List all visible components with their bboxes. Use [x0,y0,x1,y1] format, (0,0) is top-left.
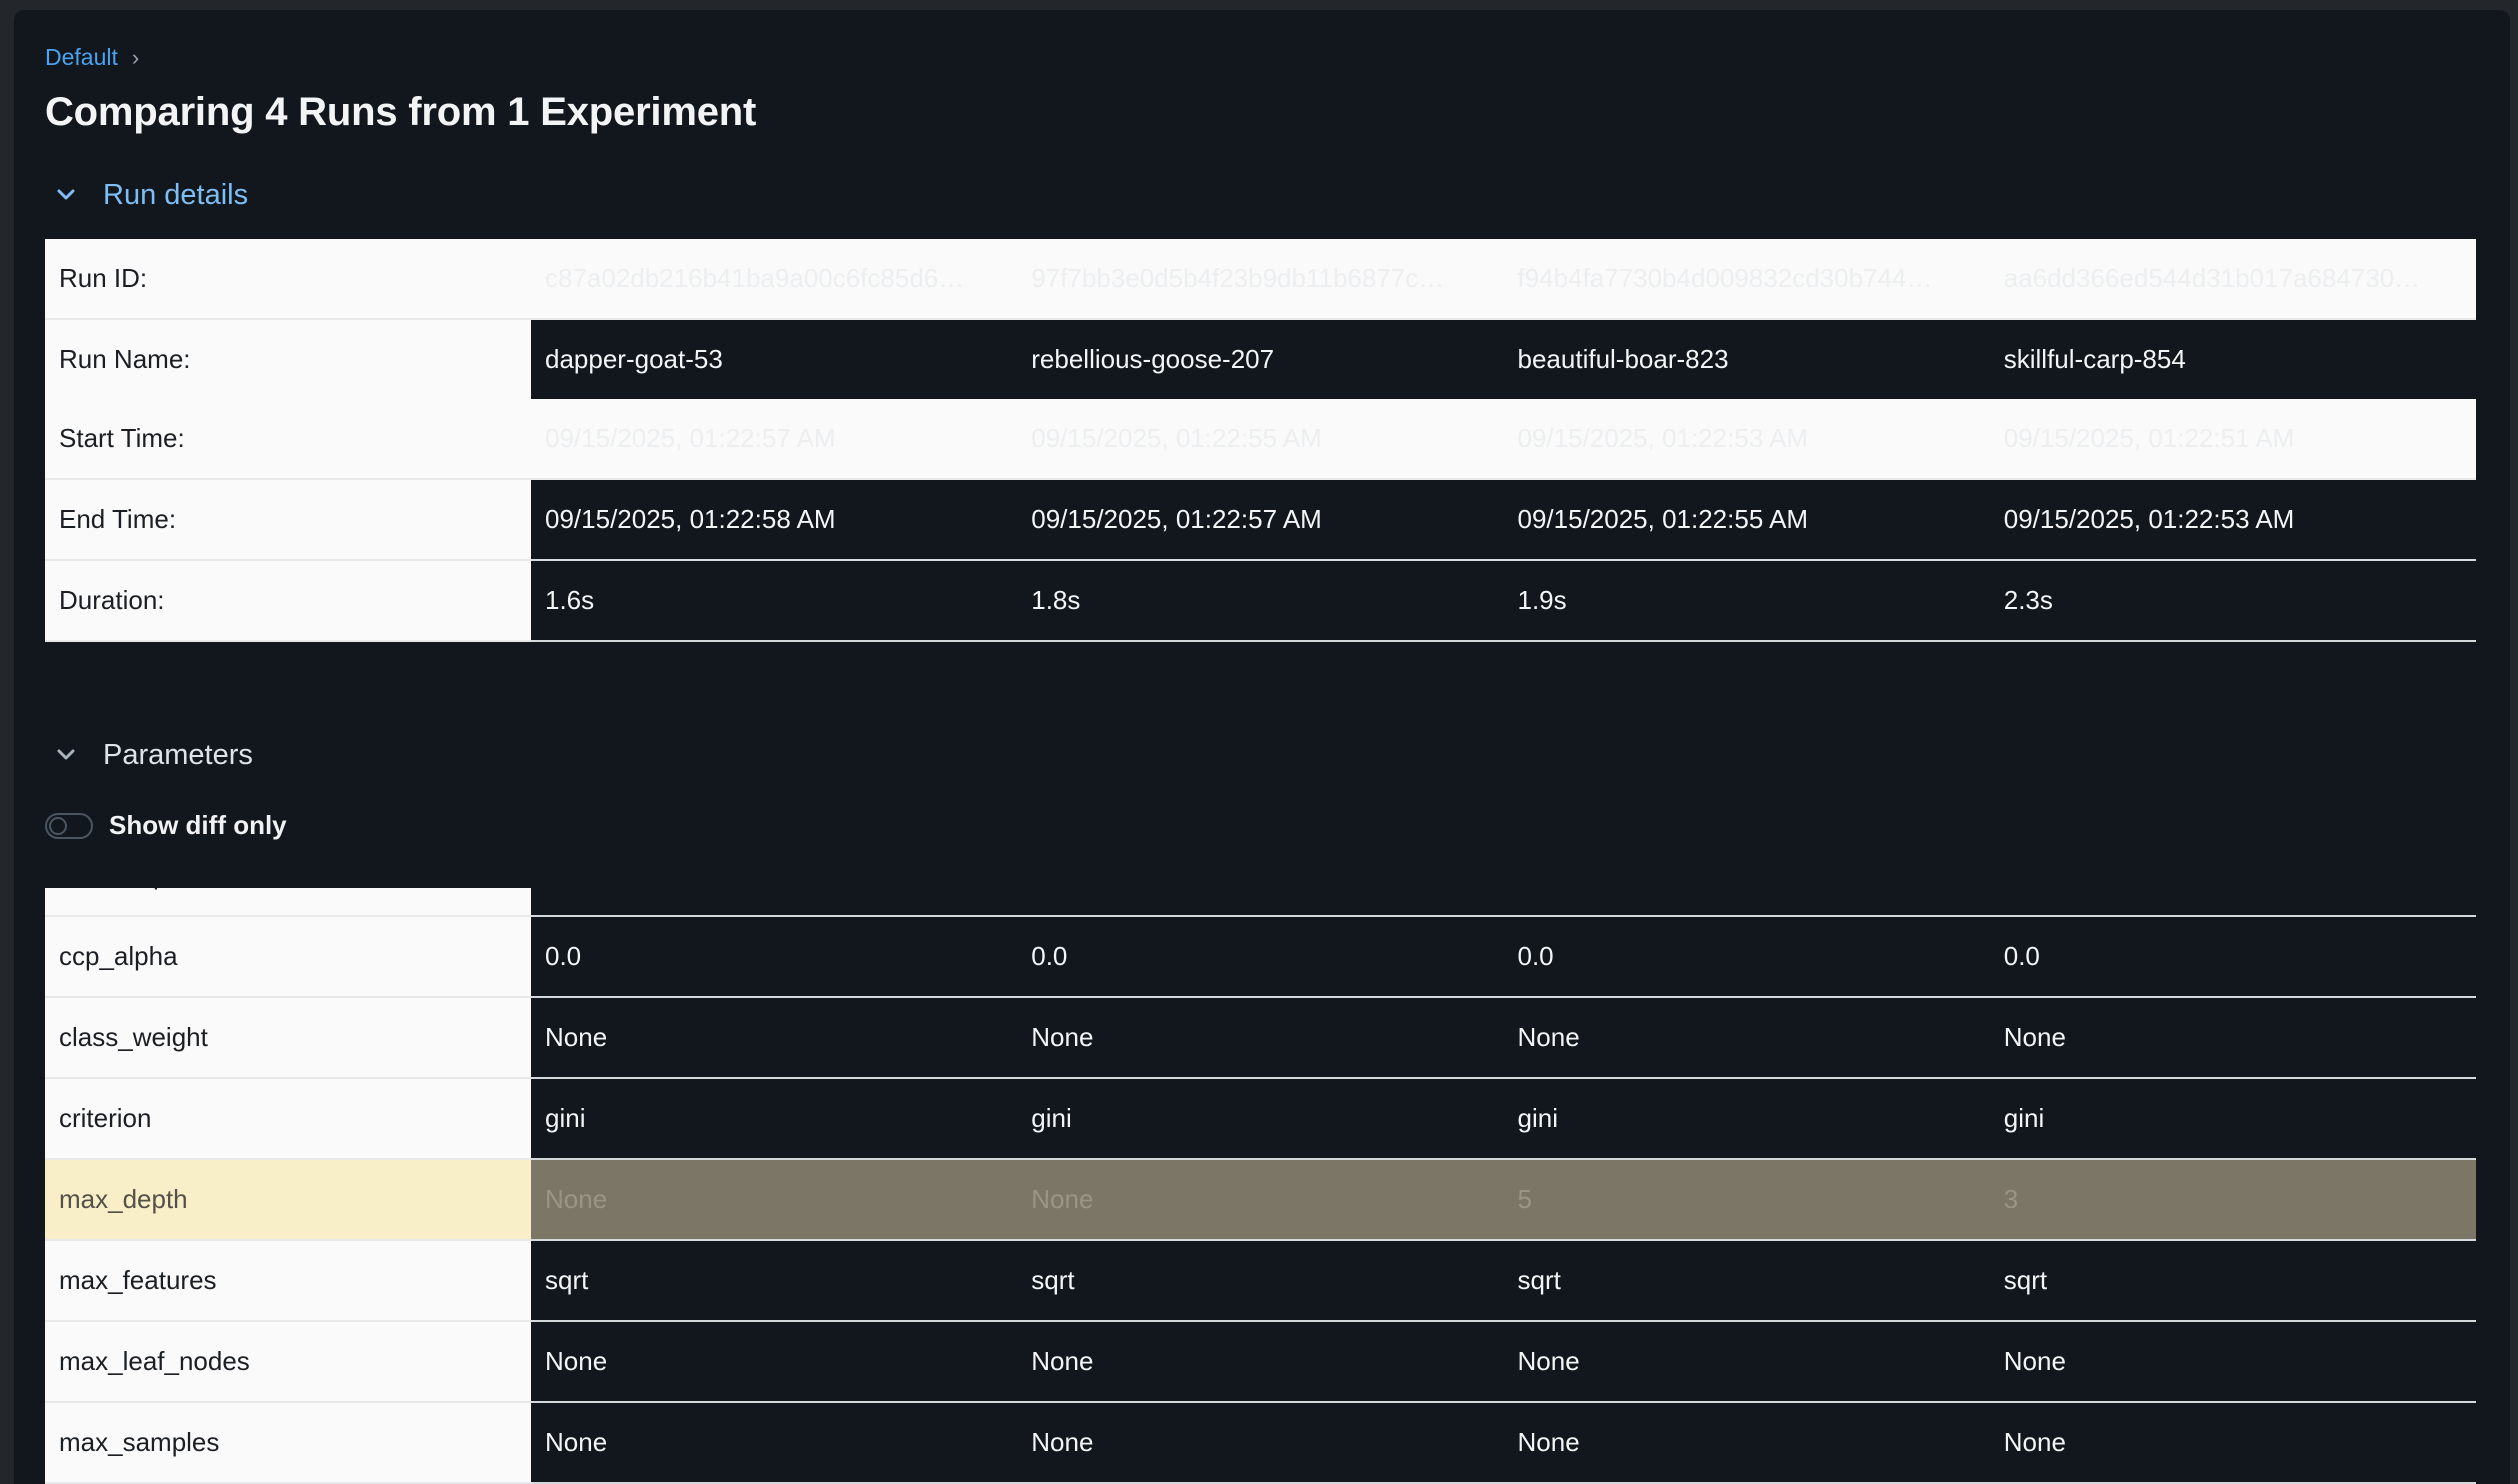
chevron-right-icon: › [131,44,140,70]
show-diff-only-switch[interactable] [45,812,93,839]
param-value: sqrt [1503,1240,1990,1322]
start-time-cell: 09/15/2025, 01:22:53 AM [1503,399,1990,480]
row-label: End Time: [45,479,531,561]
param-value: None [1989,1402,2476,1484]
param-value: None [1989,997,2476,1079]
row-duration: Duration: 1.6s 1.8s 1.9s 2.3s [45,560,2476,642]
show-diff-only-control: Show diff only [45,810,287,841]
param-value: True [1017,888,1504,917]
param-value: 0.0 [1989,916,2476,998]
parameters-section-toggle[interactable]: Parameters [45,738,253,772]
param-name: max_leaf_nodes [45,1321,531,1403]
row-label: Run Name: [45,319,531,399]
param-value: None [531,1402,1018,1484]
param-name: max_samples [45,1402,531,1484]
param-row-criterion: criterion gini gini gini gini [45,1078,2476,1160]
row-run-name: Run Name: dapper-goat-53 rebellious-goos… [45,319,2476,399]
run-details-section-toggle[interactable]: Run details [45,178,248,212]
param-name: max_features [45,1240,531,1322]
start-time-cell: 09/15/2025, 01:22:51 AM [1989,399,2476,480]
param-row-bootstrap: bootstrap True True True True [45,888,2476,917]
parameters-table-viewport[interactable]: bootstrap True True True True ccp_alpha … [45,888,2476,1484]
switch-knob [49,816,67,835]
param-value-diff: 3 [1989,1159,2476,1241]
param-row-ccp-alpha: ccp_alpha 0.0 0.0 0.0 0.0 [45,916,2476,998]
param-value: gini [1989,1078,2476,1160]
start-time-cell: 09/15/2025, 01:22:55 AM [1017,399,1504,480]
param-value: None [1989,1321,2476,1403]
run-id-link[interactable]: aa6dd366ed544d31b017a684730… [1989,239,2476,320]
param-value: None [1017,997,1504,1079]
run-id-link[interactable]: 97f7bb3e0d5b4f23b9db11b6877c… [1017,239,1504,320]
end-time-cell: 09/15/2025, 01:22:58 AM [531,479,1018,561]
param-value: sqrt [1017,1240,1504,1322]
param-row-class-weight: class_weight None None None None [45,997,2476,1079]
row-start-time: Start Time: 09/15/2025, 01:22:57 AM 09/1… [45,399,2476,480]
chevron-down-icon [49,178,83,212]
param-value: None [531,997,1018,1079]
param-name: ccp_alpha [45,916,531,998]
run-name-cell: skillful-carp-854 [1989,319,2476,399]
param-name: class_weight [45,997,531,1079]
run-id-link[interactable]: f94b4fa7730b4d009832cd30b744… [1503,239,1990,320]
duration-cell: 1.8s [1017,560,1504,642]
chevron-down-icon [49,738,83,772]
breadcrumb: Default › [45,44,139,71]
param-value: sqrt [531,1240,1018,1322]
param-value: None [1503,997,1990,1079]
row-label: Duration: [45,560,531,642]
start-time-cell: 09/15/2025, 01:22:57 AM [531,399,1018,480]
param-value-diff: None [1017,1159,1504,1241]
param-value: True [531,888,1018,917]
end-time-cell: 09/15/2025, 01:22:53 AM [1989,479,2476,561]
param-value: 0.0 [1017,916,1504,998]
param-value-diff: None [531,1159,1018,1241]
parameters-table: bootstrap True True True True ccp_alpha … [45,888,2476,1484]
row-end-time: End Time: 09/15/2025, 01:22:58 AM 09/15/… [45,479,2476,561]
param-value: None [1503,1321,1990,1403]
param-value: None [1503,1402,1990,1484]
param-value: None [1017,1402,1504,1484]
end-time-cell: 09/15/2025, 01:22:57 AM [1017,479,1504,561]
param-value: None [1017,1321,1504,1403]
main-panel: Default › Comparing 4 Runs from 1 Experi… [14,10,2510,1484]
param-row-max-depth: max_depth None None 5 3 [45,1159,2476,1241]
run-details-table: Run ID: c87a02db216b41ba9a00c6fc85d6… 97… [45,239,2476,642]
row-label: Start Time: [45,399,531,480]
param-row-max-samples: max_samples None None None None [45,1402,2476,1484]
page-title: Comparing 4 Runs from 1 Experiment [45,90,757,134]
run-details-title: Run details [103,178,249,211]
param-value: gini [1503,1078,1990,1160]
param-name: criterion [45,1078,531,1160]
param-value-diff: 5 [1503,1159,1990,1241]
duration-cell: 2.3s [1989,560,2476,642]
param-value: gini [531,1078,1018,1160]
param-value: gini [1017,1078,1504,1160]
row-label: Run ID: [45,239,531,320]
duration-cell: 1.9s [1503,560,1990,642]
param-value: True [1503,888,1990,917]
param-value: None [531,1321,1018,1403]
param-row-max-leaf-nodes: max_leaf_nodes None None None None [45,1321,2476,1403]
param-name: bootstrap [45,888,531,917]
param-value: sqrt [1989,1240,2476,1322]
breadcrumb-experiment-link[interactable]: Default [45,44,118,71]
param-row-max-features: max_features sqrt sqrt sqrt sqrt [45,1240,2476,1322]
param-value: True [1989,888,2476,917]
duration-cell: 1.6s [531,560,1018,642]
row-run-id: Run ID: c87a02db216b41ba9a00c6fc85d6… 97… [45,239,2476,320]
parameters-title: Parameters [103,738,253,771]
run-name-cell: beautiful-boar-823 [1503,319,1990,399]
param-value: 0.0 [1503,916,1990,998]
end-time-cell: 09/15/2025, 01:22:55 AM [1503,479,1990,561]
run-name-cell: rebellious-goose-207 [1017,319,1504,399]
run-name-cell: dapper-goat-53 [531,319,1018,399]
param-value: 0.0 [531,916,1018,998]
param-name: max_depth [45,1159,531,1241]
run-id-link[interactable]: c87a02db216b41ba9a00c6fc85d6… [531,239,1018,320]
show-diff-only-label: Show diff only [109,810,287,840]
